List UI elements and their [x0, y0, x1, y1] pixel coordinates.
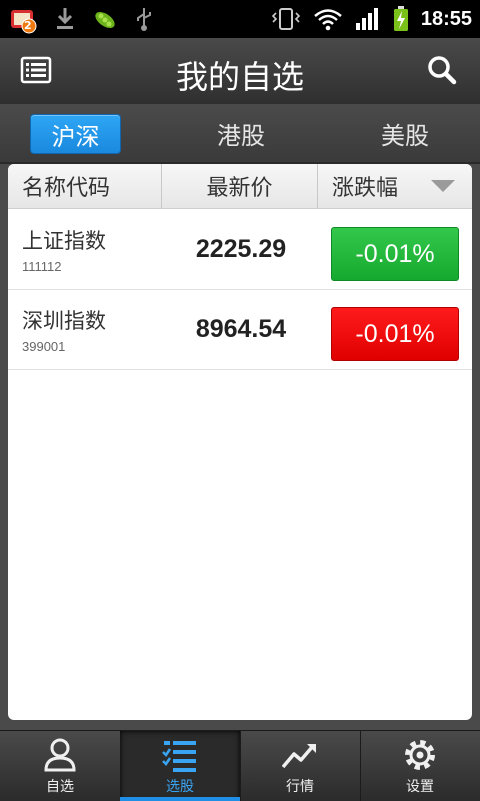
column-latest-price[interactable]: 最新价 — [162, 164, 317, 208]
signal-icon — [355, 8, 378, 30]
nav-label: 选股 — [166, 779, 194, 795]
column-change-percent[interactable]: 涨跌幅 — [332, 164, 398, 208]
wifi-icon — [314, 9, 342, 31]
nav-label: 自选 — [46, 779, 74, 795]
stock-code: 399001 — [22, 339, 66, 354]
tab-label: 港股 — [217, 121, 265, 150]
status-bar: 2 18:55 — [0, 0, 480, 38]
nav-label: 设置 — [406, 779, 434, 795]
page-title: 我的自选 — [175, 58, 304, 96]
trend-icon — [282, 744, 316, 769]
gear-icon — [405, 740, 435, 770]
status-left-icons: 2 — [8, 4, 154, 34]
stock-code: 111112 — [22, 259, 62, 274]
vibrate-icon — [271, 8, 300, 30]
battery-charging-icon — [393, 6, 408, 31]
tab-ganggu[interactable]: 港股 — [196, 114, 286, 152]
person-icon — [44, 738, 76, 772]
status-right-icons: 18:55 — [271, 6, 472, 32]
app-notification-icon: 2 — [8, 4, 38, 34]
stock-price: 2225.29 — [195, 234, 287, 263]
tab-meigu[interactable]: 美股 — [360, 114, 450, 152]
app-header: 我的自选 — [0, 38, 480, 105]
search-icon[interactable] — [426, 54, 462, 90]
nav-stock-picker[interactable]: 选股 — [120, 731, 240, 801]
stock-name: 深圳指数 — [22, 309, 106, 333]
nav-settings[interactable]: 设置 — [360, 731, 480, 801]
checklist-icon — [162, 741, 196, 772]
stock-price: 8964.54 — [195, 314, 287, 343]
table-row[interactable]: 上证指数 111112 2225.29 -0.01% — [8, 209, 472, 290]
table-header: 名称代码 最新价 涨跌幅 — [8, 164, 472, 209]
nav-label: 行情 — [286, 779, 314, 795]
download-icon — [57, 8, 73, 29]
column-name-code[interactable]: 名称代码 — [22, 164, 110, 208]
triangle-down-icon[interactable] — [430, 179, 456, 193]
pea-app-icon — [95, 12, 115, 28]
market-tabs: 沪深 港股 美股 — [0, 104, 480, 164]
change-badge[interactable]: -0.01% — [331, 307, 459, 361]
stock-name: 上证指数 — [22, 229, 106, 253]
tab-label: 沪深 — [51, 122, 100, 151]
usb-icon — [137, 8, 151, 31]
tab-label: 美股 — [381, 121, 429, 150]
notification-count: 2 — [24, 19, 32, 32]
change-badge[interactable]: -0.01% — [331, 227, 459, 281]
nav-market[interactable]: 行情 — [240, 731, 360, 801]
column-divider — [317, 164, 318, 208]
watchlist-panel: 名称代码 最新价 涨跌幅 上证指数 111112 2225.29 -0.01% … — [8, 164, 472, 720]
table-row[interactable]: 深圳指数 399001 8964.54 -0.01% — [8, 289, 472, 370]
nav-watchlist[interactable]: 自选 — [0, 731, 120, 801]
tab-hushen[interactable]: 沪深 — [30, 114, 121, 154]
bottom-nav: 自选 选股 行情 设置 — [0, 730, 480, 801]
clock: 18:55 — [420, 7, 472, 30]
